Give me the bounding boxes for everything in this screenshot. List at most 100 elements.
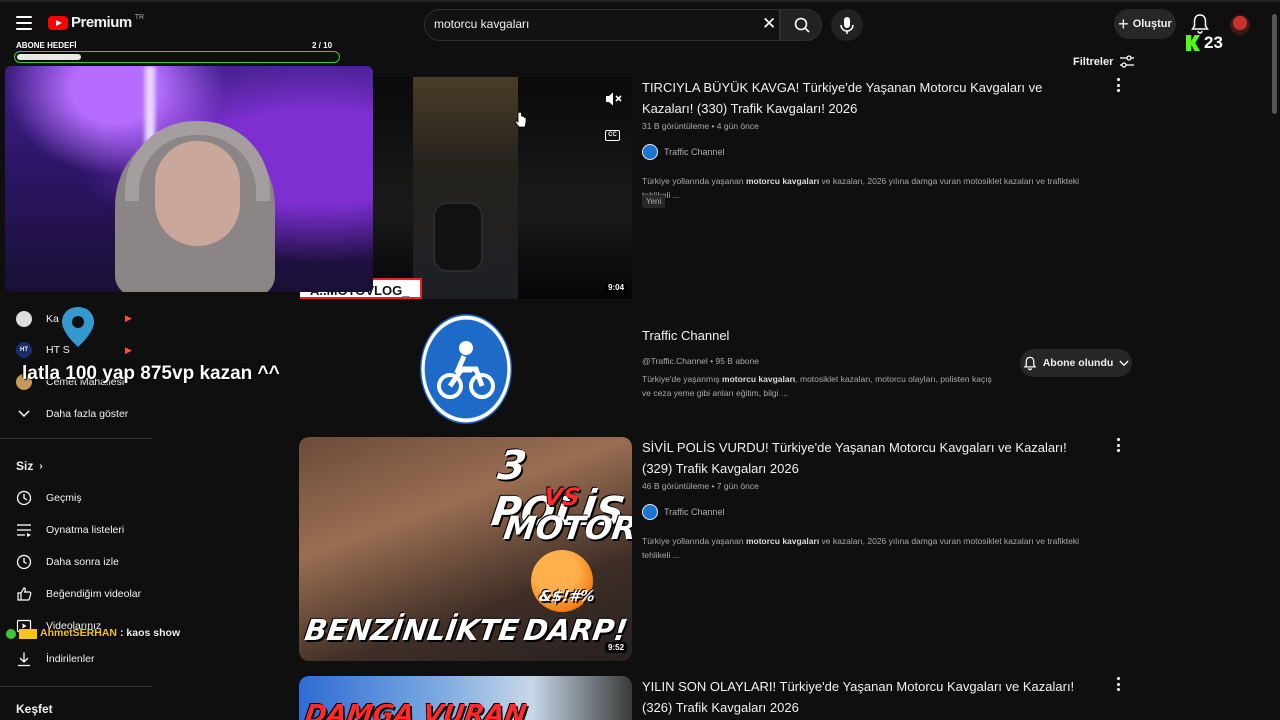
sliders-icon (1120, 55, 1135, 68)
sidebar-item-liked-videos[interactable]: Beğendiğim videolar (16, 586, 141, 602)
channel-logo[interactable] (420, 314, 512, 424)
clear-search-icon[interactable]: ✕ (762, 14, 776, 34)
motorcycle-sign-icon (437, 341, 495, 399)
top-border (0, 0, 1280, 2)
location-pin-icon (59, 305, 97, 349)
page-scrollbar[interactable] (1272, 14, 1277, 114)
youtube-premium-logo[interactable]: Premium TR (48, 14, 144, 31)
thumb-up-icon (16, 586, 32, 602)
new-badge: Yeni (642, 195, 666, 208)
logo-text: Premium (71, 14, 132, 31)
chat-text: : kaos show (120, 627, 181, 639)
video-duration: 9:04 (605, 282, 628, 293)
explore-section-header: Keşfet (16, 702, 53, 716)
mute-icon[interactable] (605, 91, 623, 112)
channel-avatar (642, 144, 658, 160)
channel-name: Traffic Channel (664, 147, 725, 157)
channel-card-description: Türkiye'de yaşanmış motorcu kavgaları, m… (642, 374, 992, 398)
sidebar-item-label: Oynatma listeleri (46, 524, 125, 536)
chat-username: AhmetSERHAN (40, 627, 118, 639)
live-indicator-icon: ▶ (125, 313, 132, 323)
chevron-down-icon (1119, 360, 1129, 366)
kick-count: 23 (1204, 33, 1223, 52)
streamer-webcam (5, 66, 373, 292)
thumbnail-text-symbols: &$!#% (537, 587, 597, 605)
you-label: Siz (16, 459, 34, 473)
mic-icon (840, 17, 854, 34)
search-input[interactable]: motorcu kavgaları (434, 17, 529, 31)
video-title[interactable]: YILIN SON OLAYLARI! Türkiye'de Yaşanan M… (642, 676, 1102, 718)
sidebar-item-watch-later[interactable]: Daha sonra izle (16, 554, 119, 570)
channel-card-name[interactable]: Traffic Channel (642, 328, 729, 343)
thumbnail-text-left: BENZİNLİKTE (302, 613, 521, 647)
more-options-icon[interactable] (1116, 78, 1120, 92)
bell-icon (1191, 14, 1209, 34)
chevron-down-icon (16, 406, 32, 422)
video-meta: 31 B görüntüleme • 4 gün önce (642, 121, 759, 131)
you-section-header[interactable]: Siz › (16, 459, 43, 473)
menu-icon[interactable] (16, 16, 32, 30)
video-title[interactable]: TIRCIYLA BÜYÜK KAVGA! Türkiye'de Yaşanan… (642, 77, 1082, 119)
youtube-play-icon (48, 15, 68, 30)
ht-avatar-icon: HT (16, 342, 32, 358)
live-indicator-icon: ▶ (125, 345, 132, 355)
create-label: Oluştur (1132, 18, 1172, 30)
channel-avatar-icon (16, 311, 32, 327)
chat-badge-icon (19, 629, 37, 639)
thumbnail-text: DAMGA VURAN (302, 700, 529, 720)
sidebar-sub-item[interactable]: Ka (16, 311, 59, 327)
sidebar-item-label: Daha sonra izle (46, 556, 119, 568)
search-button[interactable] (780, 9, 822, 41)
thumbnail-text-mid: MOTORCU! (501, 509, 632, 547)
logo-country: TR (134, 14, 145, 21)
filters-button[interactable]: Filtreler (1073, 55, 1135, 69)
channel-avatar (642, 504, 658, 520)
more-options-icon[interactable] (1116, 438, 1120, 452)
captions-icon[interactable]: CC (605, 130, 620, 141)
subscribed-label: Abone olundu (1042, 357, 1114, 369)
kick-logo-icon (1186, 35, 1200, 51)
subscriber-goal-count: 2 / 10 (312, 41, 333, 50)
video-snippet: Türkiye yollarında yaşanan motorcu kavga… (642, 176, 1080, 200)
plus-icon: + (1118, 14, 1129, 34)
video-thumbnail[interactable]: 3 POLİS VS MOTORCU! &$!#% BENZİNLİKTE DA… (299, 437, 632, 661)
sidebar-divider (0, 438, 153, 439)
sidebar-item-history[interactable]: Geçmiş (16, 490, 82, 506)
bell-icon (1023, 356, 1036, 370)
create-button[interactable]: + Oluştur (1114, 9, 1176, 39)
video-thumbnail[interactable]: DAMGA VURAN (299, 676, 632, 720)
playlist-icon (16, 522, 32, 538)
video-duration: 9:52 (605, 642, 628, 653)
sidebar-item-label: Geçmiş (46, 492, 82, 504)
sidebar-item-label: Beğendiğim videolar (46, 588, 142, 600)
history-icon (16, 490, 32, 506)
download-icon (16, 651, 32, 667)
chat-message: AhmetSERHAN : kaos show (6, 627, 180, 639)
video-title[interactable]: SİVİL POLİS VURDU! Türkiye'de Yaşanan Mo… (642, 437, 1082, 479)
chat-badge-icon (6, 629, 16, 639)
kick-viewer-counter: 23 (1186, 33, 1223, 53)
video-snippet: Türkiye yollarında yaşanan motorcu kavga… (642, 536, 1080, 560)
video-meta: 46 B görüntüleme • 7 gün önce (642, 481, 759, 491)
subscribed-button[interactable]: Abone olundu (1020, 349, 1132, 377)
video-thumbnail[interactable] (373, 77, 632, 299)
voice-search-button[interactable] (831, 9, 863, 41)
sidebar-item-downloads[interactable]: İndirilenler (16, 651, 94, 667)
sidebar-sub-label: Ka (46, 313, 59, 325)
channel-card-meta: @Traffic.Channel • 95 B abone (642, 356, 759, 366)
account-avatar[interactable] (1230, 15, 1250, 35)
subscriber-goal-bar (14, 51, 340, 63)
sidebar-item-label: İndirilenler (46, 653, 95, 665)
channel-name: Traffic Channel (664, 507, 725, 517)
show-more-label: Daha fazla göster (46, 408, 129, 420)
more-options-icon[interactable] (1116, 677, 1120, 691)
search-icon (794, 17, 810, 33)
video-channel[interactable]: Traffic Channel (642, 504, 725, 520)
video-channel[interactable]: Traffic Channel (642, 144, 725, 160)
webcam-face (155, 141, 240, 246)
clock-icon (16, 554, 32, 570)
mouse-cursor-icon (514, 111, 528, 134)
show-more-button[interactable]: Daha fazla göster (16, 406, 128, 422)
thumbnail-motorcycle (433, 202, 483, 272)
sidebar-item-playlists[interactable]: Oynatma listeleri (16, 522, 124, 538)
